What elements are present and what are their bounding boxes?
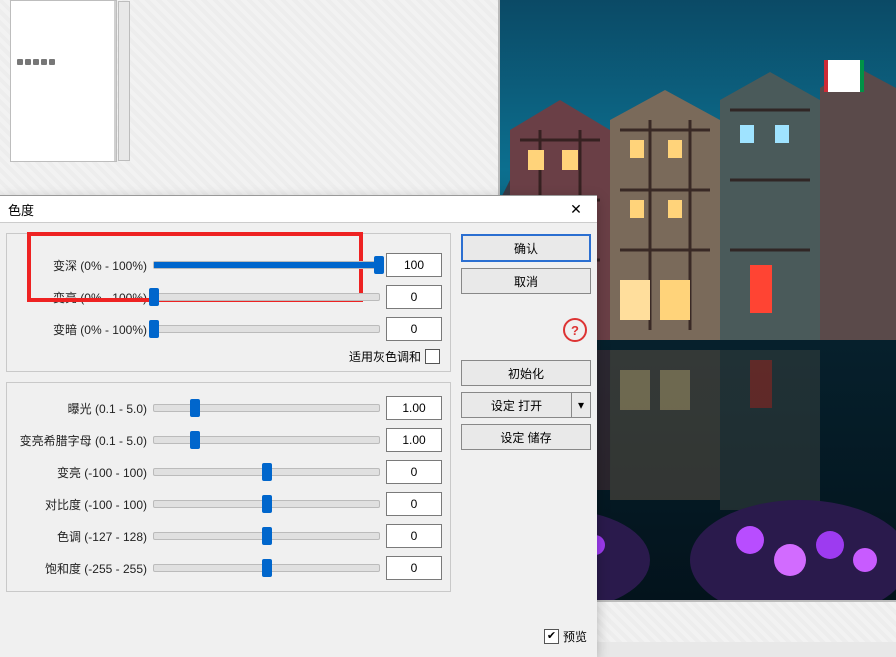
value-exposure[interactable]: 1.00 [386,396,442,420]
slider-lighten[interactable] [153,293,380,301]
value-contrast[interactable]: 0 [386,492,442,516]
cancel-button[interactable]: 取消 [461,268,591,294]
value-gamma[interactable]: 1.00 [386,428,442,452]
value-dim[interactable]: 0 [386,317,442,341]
label-bright: 变亮 (-100 - 100) [13,464,153,481]
label-gamma: 变亮希腊字母 (0.1 - 5.0) [13,432,153,449]
slider-exposure[interactable] [153,404,380,412]
label-exposure: 曝光 (0.1 - 5.0) [13,400,153,417]
row-lighten: 变亮 (0% - 100%) 0 [13,282,442,312]
value-hue[interactable]: 0 [386,524,442,548]
label-saturation: 饱和度 (-255 - 255) [13,560,153,577]
row-darken: 变深 (0% - 100%) 100 [13,250,442,280]
help-icon[interactable]: ? [563,318,587,342]
slider-darken[interactable] [153,261,380,269]
dialog-title: 色度 [8,200,34,219]
gray-harmony-checkbox[interactable] [425,349,440,364]
value-darken[interactable]: 100 [386,253,442,277]
row-exposure: 曝光 (0.1 - 5.0) 1.00 [13,393,442,423]
init-button[interactable]: 初始化 [461,360,591,386]
slider-saturation[interactable] [153,564,380,572]
row-bright: 变亮 (-100 - 100) 0 [13,457,442,487]
app-workspace: 色度 ✕ 变深 (0% - 100%) 100 [0,0,896,642]
close-icon[interactable]: ✕ [559,198,593,220]
thumbnail-row [17,59,107,65]
row-hue: 色调 (-127 - 128) 0 [13,521,442,551]
slider-gamma[interactable] [153,436,380,444]
gray-harmony-label: 适用灰色调和 [349,348,421,365]
label-darken: 变深 (0% - 100%) [13,257,153,274]
preview-label: 预览 [563,628,587,645]
thumbnail-panel [10,0,117,162]
label-dim: 变暗 (0% - 100%) [13,321,153,338]
row-dim: 变暗 (0% - 100%) 0 [13,314,442,344]
label-hue: 色调 (-127 - 128) [13,528,153,545]
value-bright[interactable]: 0 [386,460,442,484]
row-contrast: 对比度 (-100 - 100) 0 [13,489,442,519]
slider-dim[interactable] [153,325,380,333]
settings-save-button[interactable]: 设定 储存 [461,424,591,450]
label-contrast: 对比度 (-100 - 100) [13,496,153,513]
chroma-dialog: 色度 ✕ 变深 (0% - 100%) 100 [0,195,597,657]
slider-hue[interactable] [153,532,380,540]
dialog-titlebar[interactable]: 色度 ✕ [0,196,597,223]
ok-button[interactable]: 确认 [461,234,591,262]
settings-open-dropdown[interactable]: ▾ [572,392,591,418]
slider-bright[interactable] [153,468,380,476]
row-gamma: 变亮希腊字母 (0.1 - 5.0) 1.00 [13,425,442,455]
group-exposure: 曝光 (0.1 - 5.0) 1.00 变亮希腊字母 (0.1 - 5.0) 1… [6,382,451,592]
value-lighten[interactable]: 0 [386,285,442,309]
value-saturation[interactable]: 0 [386,556,442,580]
settings-open-button[interactable]: 设定 打开 [461,392,572,418]
label-lighten: 变亮 (0% - 100%) [13,289,153,306]
row-saturation: 饱和度 (-255 - 255) 0 [13,553,442,583]
group-tone: 变深 (0% - 100%) 100 变亮 (0% - 100%) 0 [6,233,451,372]
slider-contrast[interactable] [153,500,380,508]
